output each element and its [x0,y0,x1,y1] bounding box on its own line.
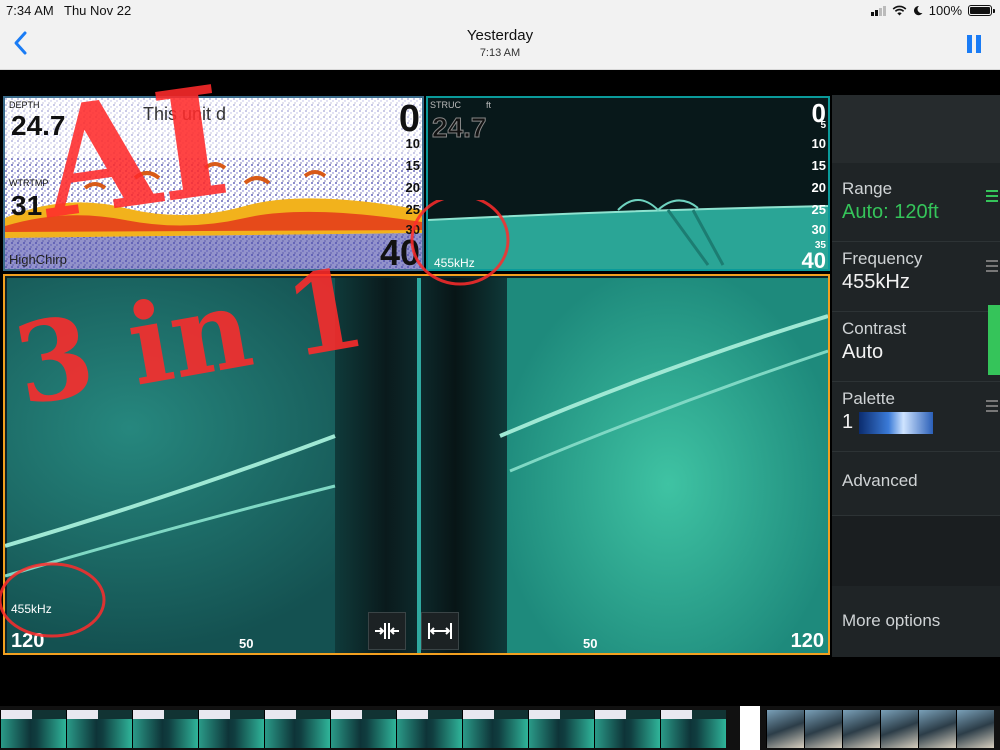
nav-title: Yesterday [466,27,534,44]
video-thumbnail[interactable] [330,710,396,748]
palette-value: 1 [842,411,854,433]
video-thumbnail[interactable] [594,710,660,748]
video-thumbnail[interactable] [766,710,804,748]
video-thumbnail[interactable] [264,710,330,748]
video-thumbnail[interactable] [804,710,842,748]
sidescan-right-range: 120 [790,630,824,652]
menu-more-options[interactable]: More options [832,611,1000,631]
contrast-label: Contrast [842,319,907,338]
range-handle-icon[interactable] [986,190,998,205]
palette-swatch [859,411,934,434]
struc-scale-tick: 5 [820,120,826,131]
video-thumbnail[interactable] [918,710,956,748]
video-thumbnail[interactable] [842,710,880,748]
frequency-label: Frequency [842,249,923,268]
advanced-label: Advanced [842,471,918,490]
contrast-value: Auto [842,341,884,363]
frequency-handle-icon[interactable] [986,260,998,275]
video-thumbnail[interactable] [462,710,528,748]
status-time: 7:34 AM [6,3,54,18]
scale-tick: 15 [405,158,420,173]
moon-icon [913,5,923,16]
video-thumbnail[interactable] [660,710,726,748]
pause-icon[interactable] [966,35,982,53]
video-thumbnail[interactable] [956,710,994,748]
video-thumbnail[interactable] [528,710,594,748]
status-right: 100% [870,3,995,18]
scale-top: 0 [398,98,420,140]
struc-scale-bottom: 40 [801,248,826,271]
video-thumbnail[interactable] [0,710,66,748]
range-value: Auto: 120ft [842,201,939,223]
annotation-circles [0,200,510,638]
range-label: Range [842,179,893,198]
video-thumbnail[interactable] [132,710,198,748]
menu-contrast[interactable]: Contrast Auto [832,319,1000,364]
menu-advanced[interactable]: Advanced [832,471,1000,491]
status-bar: 7:34 AM Thu Nov 22 100% [0,0,1000,22]
menu-frequency[interactable]: Frequency 455kHz [832,249,1000,294]
menu-separator [832,381,1000,382]
struc-depth-value: 24.7 [432,112,487,144]
video-thumbnail[interactable] [396,710,462,748]
menu-palette[interactable]: Palette 1 [832,389,1000,434]
palette-handle-icon[interactable] [986,400,998,415]
more-options-label: More options [842,611,941,630]
menu-separator [832,451,1000,452]
menu-separator [832,241,1000,242]
struc-unit: ft [486,100,492,110]
battery-icon [968,5,995,16]
palette-label: Palette [842,389,895,408]
frequency-value: 455kHz [842,271,910,293]
status-date: Thu Nov 22 [64,3,132,18]
video-thumbnail[interactable] [198,710,264,748]
contrast-slider[interactable] [988,305,1000,375]
scale-tick: 20 [405,180,420,195]
video-thumbnail[interactable] [66,710,132,748]
sonar-menu: Range Auto: 120ft Frequency 455kHz Contr… [832,95,1000,657]
menu-separator [832,311,1000,312]
struc-scale-tick: 15 [811,158,826,173]
menu-spacer [832,516,1000,586]
playhead[interactable] [740,706,760,750]
nav-subtitle: 7:13 AM [479,47,521,59]
menu-header [832,95,1000,163]
struc-label: STRUC [430,100,461,110]
thumbnail-strip[interactable] [0,706,1000,750]
scale-tick: 10 [405,136,420,151]
wifi-icon [892,5,907,16]
video-thumbnail[interactable] [880,710,918,748]
struc-scale-tick: 25 [811,202,826,217]
struc-scale-tick: 10 [811,136,826,151]
struc-scale-tick: 30 [811,222,826,237]
cellular-signal-icon [870,5,886,16]
battery-percent: 100% [928,3,962,18]
sidescan-right-mid: 50 [583,636,598,651]
menu-range[interactable]: Range Auto: 120ft [832,179,1000,224]
struc-scale-tick: 20 [811,180,826,195]
